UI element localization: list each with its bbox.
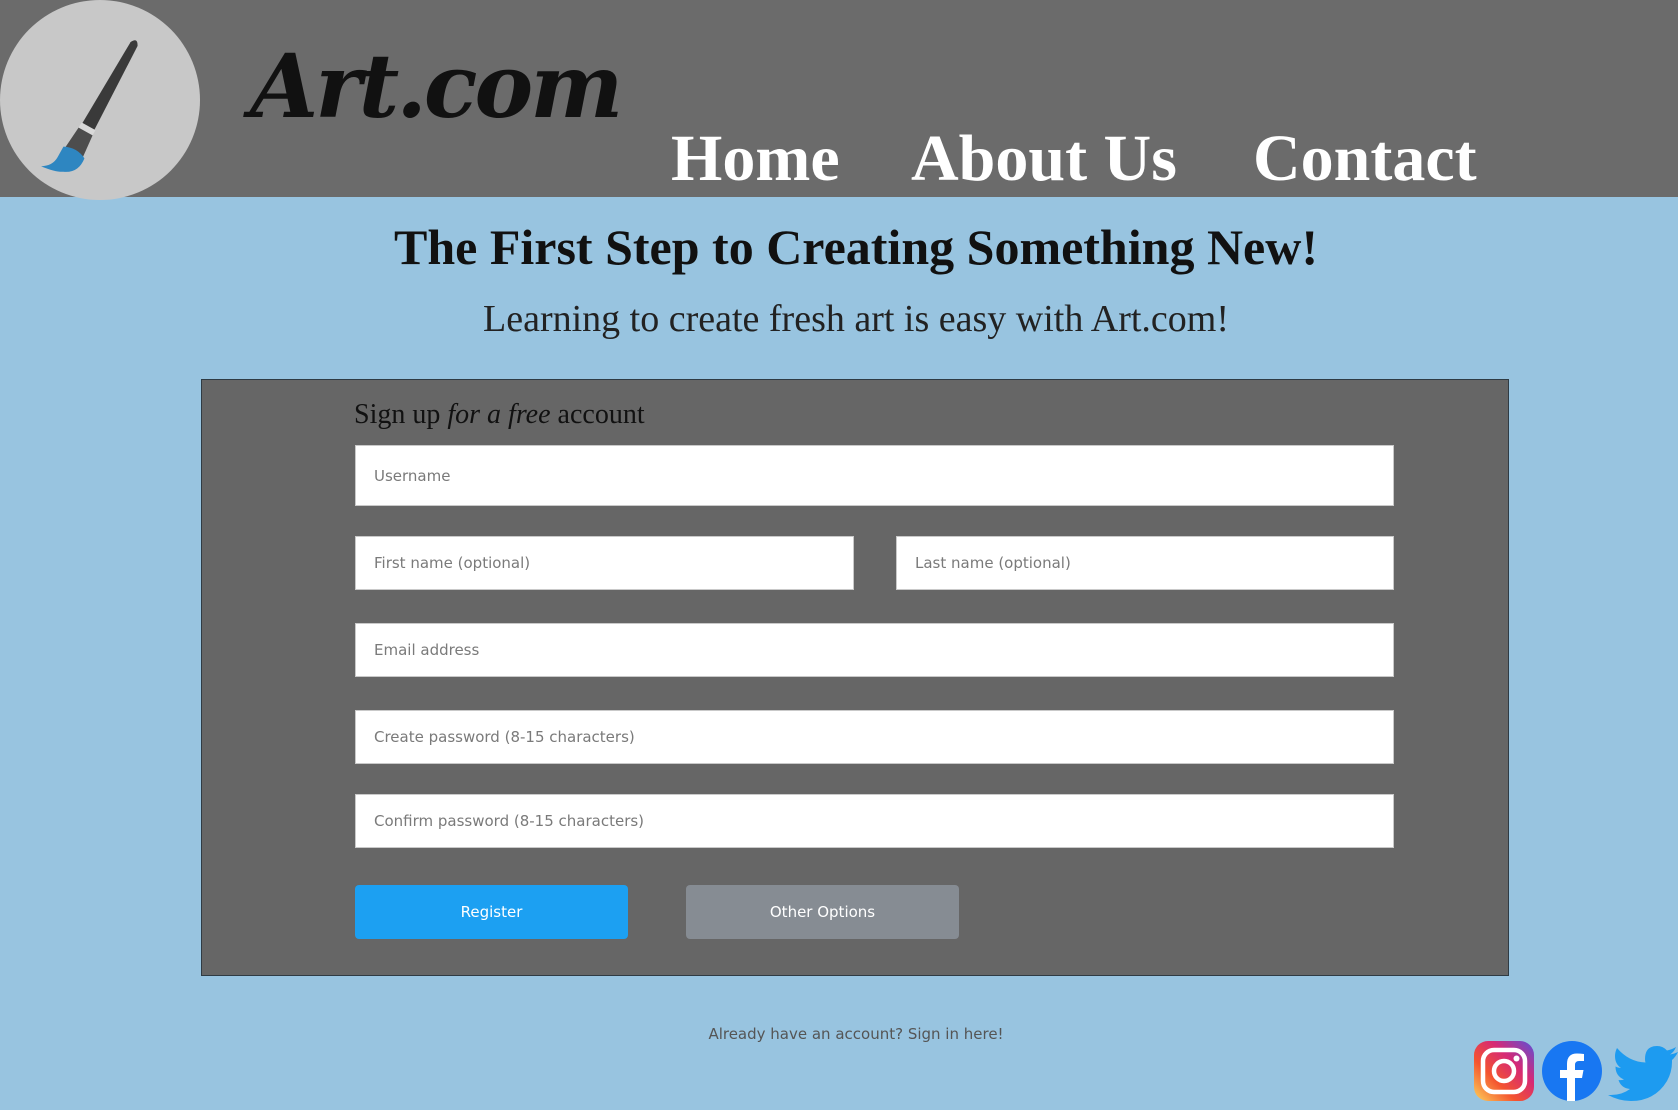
logo[interactable]: [0, 0, 200, 200]
page-headline: The First Step to Creating Something New…: [394, 219, 1318, 275]
username-input[interactable]: [355, 445, 1394, 506]
sign-in-link[interactable]: Already have an account? Sign in here!: [0, 1025, 1678, 1043]
other-options-button[interactable]: Other Options: [686, 885, 959, 939]
email-input[interactable]: [355, 623, 1394, 677]
site-header: Art.com Home About Us Contact: [0, 0, 1678, 200]
signup-title-suffix: account: [550, 399, 645, 430]
first-name-input[interactable]: [355, 536, 854, 590]
nav-home[interactable]: Home: [671, 126, 840, 192]
signup-title-emphasis: for a free: [447, 399, 551, 430]
last-name-input[interactable]: [896, 536, 1394, 590]
paintbrush-icon: [41, 40, 138, 172]
create-password-input[interactable]: [355, 710, 1394, 764]
signup-title-prefix: Sign up: [354, 399, 448, 430]
register-button[interactable]: Register: [355, 885, 628, 939]
page-subheadline: Learning to create fresh art is easy wit…: [483, 298, 1229, 340]
signup-form-title: Sign up for a free account: [354, 399, 645, 431]
twitter-icon[interactable]: [1608, 1040, 1678, 1102]
instagram-icon[interactable]: [1473, 1040, 1535, 1102]
confirm-password-input[interactable]: [355, 794, 1394, 848]
nav-about-us[interactable]: About Us: [911, 126, 1177, 192]
facebook-icon[interactable]: [1541, 1040, 1603, 1102]
nav-contact[interactable]: Contact: [1253, 126, 1477, 192]
brand-name[interactable]: Art.com: [250, 42, 623, 130]
